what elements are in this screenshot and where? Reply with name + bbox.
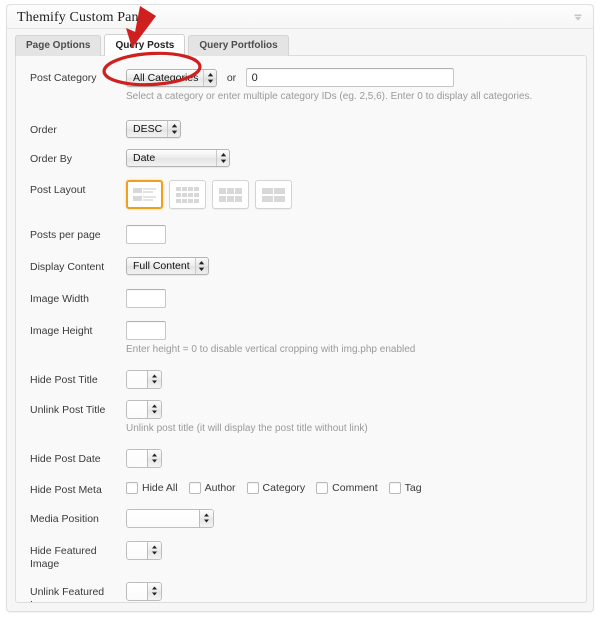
checkbox-label: Comment <box>332 481 378 494</box>
unlink-featured-image-label: Unlink Featured Image <box>30 585 105 602</box>
checkbox-comment[interactable]: Comment <box>316 481 378 494</box>
hide-featured-image-label: Hide Featured Image <box>30 544 97 570</box>
hide-post-title-value <box>126 369 147 389</box>
checkbox-box-icon <box>188 481 201 494</box>
order-by-select-value: Date <box>133 152 156 165</box>
posts-per-page-input[interactable] <box>126 225 166 245</box>
image-width-label: Image Width <box>30 292 89 305</box>
row-display-content: Display Content Full Content <box>16 244 586 276</box>
checkbox-category[interactable]: Category <box>246 481 306 494</box>
checkbox-box-icon <box>126 481 138 494</box>
query-posts-panel: Post Category All Categories or Sele <box>15 55 587 603</box>
page-title: Themify Custom Panel <box>17 10 149 25</box>
order-label: Order <box>30 124 57 136</box>
order-select[interactable]: DESC <box>126 120 182 138</box>
updown-arrows-icon <box>147 399 162 419</box>
post-layout-label: Post Layout <box>30 184 86 197</box>
chevron-down-icon[interactable] <box>571 11 585 25</box>
post-category-select-value: All Categories <box>133 71 199 84</box>
grid4-layout-icon[interactable] <box>169 180 206 210</box>
image-height-input[interactable] <box>126 320 166 340</box>
post-layout-options <box>126 180 586 210</box>
screenshot-root: Themify Custom Panel Page Options Query … <box>0 0 600 623</box>
updown-arrows-icon <box>167 121 180 137</box>
row-hide-post-meta: Hide Post Meta Hide All Author Category … <box>16 468 586 497</box>
row-order-by: Order By Date <box>16 138 586 168</box>
tab-page-options[interactable]: Page Options <box>15 35 102 56</box>
checkbox-author[interactable]: Author <box>188 481 236 494</box>
updown-arrows-icon <box>147 369 162 389</box>
media-position-label: Media Position <box>30 512 99 525</box>
grid3-layout-icon[interactable] <box>212 180 249 210</box>
updown-arrows-icon <box>203 69 216 86</box>
display-content-select[interactable]: Full Content <box>126 257 209 276</box>
updown-arrows-icon <box>216 150 229 167</box>
themify-custom-panel: Themify Custom Panel Page Options Query … <box>6 4 594 612</box>
row-unlink-featured-image: Unlink Featured Image Display the Featur… <box>16 571 586 602</box>
updown-arrows-icon <box>194 258 208 275</box>
checkbox-label: Author <box>204 481 236 494</box>
post-category-ids-input[interactable] <box>245 68 454 87</box>
tab-bar: Page Options Query Posts Query Portfolio… <box>15 34 292 56</box>
hide-post-title-label: Hide Post Title <box>30 373 98 386</box>
image-width-input[interactable] <box>126 288 166 308</box>
order-by-label: Order By <box>30 153 73 166</box>
hide-post-title-select[interactable] <box>126 369 162 389</box>
display-content-select-value: Full Content <box>133 260 190 273</box>
order-by-select[interactable]: Date <box>126 149 230 168</box>
order-select-value: DESC <box>133 123 163 135</box>
updown-arrows-icon <box>147 448 162 468</box>
row-order: Order DESC <box>16 104 586 138</box>
image-height-label: Image Height <box>30 324 93 337</box>
checkbox-label: Tag <box>404 481 422 494</box>
grid2-layout-icon[interactable] <box>255 180 292 210</box>
hide-post-date-select[interactable] <box>126 448 162 468</box>
row-image-width: Image Width <box>16 276 586 308</box>
row-hide-post-date: Hide Post Date <box>16 436 586 468</box>
media-position-select[interactable] <box>126 508 214 528</box>
hide-post-date-value <box>126 448 147 468</box>
checkbox-box-icon <box>388 481 401 494</box>
row-hide-featured-image: Hide Featured Image <box>16 528 586 571</box>
row-unlink-post-title: Unlink Post Title Unlink post title (it … <box>16 389 586 436</box>
media-position-value <box>126 508 199 528</box>
post-category-help: Select a category or enter multiple cate… <box>126 91 533 102</box>
unlink-post-title-label: Unlink Post Title <box>30 403 106 416</box>
unlink-post-title-select[interactable] <box>126 399 162 419</box>
checkbox-label: Category <box>262 481 306 494</box>
row-posts-per-page: Posts per page <box>16 209 586 245</box>
unlink-featured-image-select[interactable] <box>126 581 162 601</box>
checkbox-hide-all[interactable]: Hide All <box>126 481 178 494</box>
panel-header: Themify Custom Panel <box>7 5 593 29</box>
unlink-featured-image-value <box>126 581 147 601</box>
hide-post-date-label: Hide Post Date <box>30 452 101 465</box>
checkbox-box-icon <box>246 481 259 494</box>
row-image-height: Image Height Enter height = 0 to disable… <box>16 308 586 357</box>
unlink-post-title-value <box>126 399 147 419</box>
row-post-layout: Post Layout <box>16 167 586 210</box>
list-layout-icon[interactable] <box>126 180 163 210</box>
hide-post-meta-label: Hide Post Meta <box>30 483 102 496</box>
row-hide-post-title: Hide Post Title <box>16 357 586 389</box>
post-category-select[interactable]: All Categories <box>126 68 218 87</box>
hide-featured-image-value <box>126 540 147 560</box>
checkbox-box-icon <box>316 481 329 494</box>
checkbox-tag[interactable]: Tag <box>388 481 422 494</box>
display-content-label: Display Content <box>30 261 105 274</box>
updown-arrows-icon <box>199 508 214 528</box>
tab-query-portfolios[interactable]: Query Portfolios <box>188 35 289 56</box>
row-post-category: Post Category All Categories or Sele <box>16 56 586 104</box>
or-separator-label: or <box>226 71 237 84</box>
post-category-label: Post Category <box>30 72 97 84</box>
updown-arrows-icon <box>147 581 162 601</box>
image-height-help: Enter height = 0 to disable vertical cro… <box>126 343 416 355</box>
hide-featured-image-select[interactable] <box>126 540 162 560</box>
unlink-post-title-help: Unlink post title (it will display the p… <box>126 422 368 434</box>
row-media-position: Media Position <box>16 497 586 528</box>
tab-query-posts[interactable]: Query Posts <box>104 34 186 56</box>
hide-post-meta-checkbox-group: Hide All Author Category Comment Tag <box>126 480 586 494</box>
checkbox-label: Hide All <box>142 481 178 494</box>
posts-per-page-label: Posts per page <box>30 229 101 242</box>
updown-arrows-icon <box>147 540 162 560</box>
